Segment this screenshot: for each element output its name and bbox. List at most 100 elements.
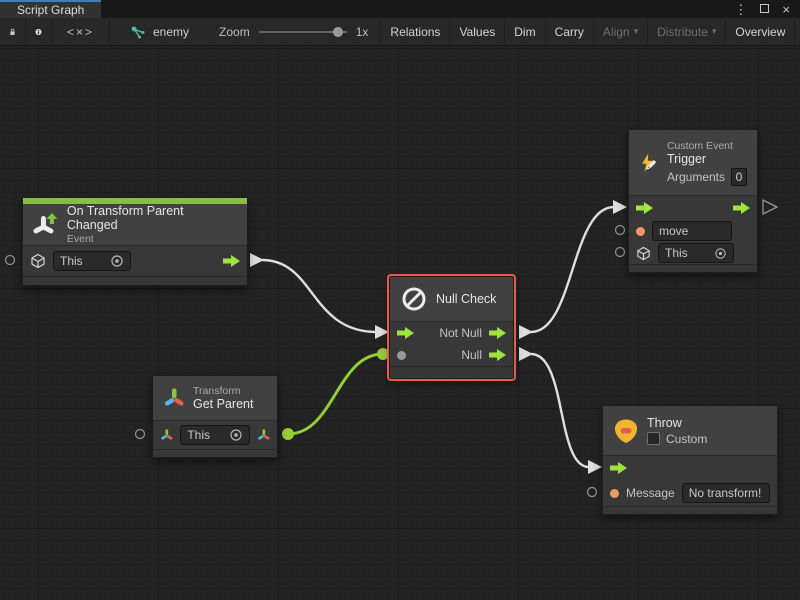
- object-picker-icon[interactable]: [110, 254, 124, 268]
- target-field[interactable]: This: [658, 243, 734, 263]
- values-button[interactable]: Values: [450, 18, 505, 45]
- lock-button[interactable]: [0, 18, 26, 45]
- zoom-label: Zoom: [219, 25, 250, 39]
- port-label: Not Null: [439, 326, 482, 340]
- object-picker-icon[interactable]: [229, 428, 243, 442]
- port-label: Null: [461, 348, 482, 362]
- edge-event-to-nullcheck[interactable]: [250, 253, 389, 339]
- overview-label: Overview: [735, 25, 785, 39]
- edge-null-to-throw[interactable]: [519, 347, 602, 474]
- flow-output-port[interactable]: [489, 349, 506, 361]
- message-field[interactable]: No transform!: [682, 483, 770, 503]
- port-row: Null: [390, 344, 513, 366]
- node-on-transform-parent-changed[interactable]: On Transform Parent Changed Event This: [22, 197, 248, 286]
- string-input-port[interactable]: [610, 489, 619, 498]
- graph-icon: [130, 25, 146, 39]
- target-field-value: This: [665, 246, 688, 260]
- graph-breadcrumb[interactable]: enemy: [110, 18, 201, 45]
- port-indicator-trigger-name[interactable]: [616, 226, 625, 235]
- distribute-button[interactable]: Distribute ▾: [648, 18, 726, 45]
- distribute-label: Distribute: [657, 25, 708, 39]
- node-subtitle: Event: [67, 233, 237, 245]
- port-row: Not Null: [390, 322, 513, 344]
- custom-checkbox[interactable]: [647, 432, 660, 445]
- tab-strip: Script Graph ⋮ ×: [0, 0, 800, 18]
- message-label: Message: [626, 486, 675, 500]
- port-indicator-getparent-this[interactable]: [136, 430, 145, 439]
- node-trigger-custom-event[interactable]: Custom Event Trigger Arguments 0: [628, 129, 758, 273]
- zoom-value: 1x: [356, 25, 369, 39]
- node-category: Transform: [193, 385, 253, 397]
- node-title: Get Parent: [193, 397, 253, 411]
- port-indicator-trigger-exit[interactable]: [763, 200, 777, 214]
- close-icon[interactable]: ×: [782, 3, 790, 16]
- node-get-parent[interactable]: Transform Get Parent This: [152, 375, 278, 458]
- flow-output-port[interactable]: [223, 255, 240, 267]
- zoom-slider[interactable]: [259, 26, 347, 38]
- overview-button[interactable]: Overview: [726, 18, 795, 45]
- full-screen-button[interactable]: Full Screen: [795, 18, 800, 45]
- node-title: Null Check: [436, 292, 496, 306]
- code-view-button[interactable]: <×>: [52, 18, 110, 45]
- edge-notnull-to-trigger[interactable]: [519, 200, 627, 339]
- arguments-count-field[interactable]: 0: [731, 168, 747, 186]
- event-name-value: move: [659, 224, 688, 238]
- values-label: Values: [459, 25, 495, 39]
- tab-script-graph[interactable]: Script Graph: [0, 0, 101, 18]
- transform-output-port[interactable]: [257, 428, 270, 442]
- port-indicator-throw-message[interactable]: [588, 488, 597, 497]
- string-input-port[interactable]: [636, 227, 645, 236]
- custom-event-icon: [639, 150, 659, 176]
- menu-dots-icon[interactable]: ⋮: [734, 3, 747, 16]
- node-title: Throw: [647, 416, 707, 430]
- target-field[interactable]: This: [180, 425, 249, 445]
- cube-icon: [30, 253, 46, 269]
- port-row: This: [629, 242, 757, 264]
- align-button[interactable]: Align ▾: [594, 18, 648, 45]
- port-indicator-trigger-target[interactable]: [616, 248, 625, 257]
- event-name-field[interactable]: move: [652, 221, 732, 241]
- port-row: move: [629, 220, 757, 242]
- edge-getparent-to-nullcheck[interactable]: [282, 348, 389, 440]
- carry-button[interactable]: Carry: [546, 18, 594, 45]
- carry-label: Carry: [555, 25, 584, 39]
- target-field-value: This: [60, 254, 83, 268]
- arguments-label: Arguments: [667, 170, 725, 184]
- lock-icon: [9, 25, 16, 39]
- node-throw[interactable]: Throw Custom Message No transform!: [602, 405, 778, 515]
- value-input-port[interactable]: [397, 351, 406, 360]
- zoom-slider-handle[interactable]: [333, 27, 343, 37]
- flow-output-port[interactable]: [489, 327, 506, 339]
- node-category: Custom Event: [667, 140, 747, 152]
- node-null-check[interactable]: Null Check Not Null Null: [389, 276, 514, 379]
- port-row: This: [153, 421, 277, 449]
- graph-canvas[interactable]: On Transform Parent Changed Event This: [0, 46, 800, 600]
- transform-input-port[interactable]: [160, 428, 173, 442]
- port-row: This: [23, 246, 247, 276]
- node-header: Null Check: [390, 277, 513, 322]
- relations-button[interactable]: Relations: [381, 18, 450, 45]
- target-field[interactable]: This: [53, 251, 131, 271]
- message-field-value: No transform!: [689, 486, 762, 500]
- node-footer: [153, 449, 277, 457]
- tab-label: Script Graph: [17, 3, 84, 17]
- graph-toolbar: <×> enemy Zoom 1x Relations Values Dim C…: [0, 18, 800, 46]
- transform-event-icon: [33, 212, 59, 238]
- dim-button[interactable]: Dim: [505, 18, 545, 45]
- port-row: Message No transform!: [603, 480, 777, 506]
- info-button[interactable]: [26, 18, 52, 45]
- relations-label: Relations: [390, 25, 440, 39]
- maximize-icon[interactable]: [760, 0, 769, 18]
- port-indicator-event-this[interactable]: [6, 256, 15, 265]
- flow-input-port[interactable]: [610, 462, 627, 474]
- chevron-down-icon: ▾: [634, 26, 639, 37]
- flow-output-port[interactable]: [733, 202, 750, 214]
- align-label: Align: [603, 25, 630, 39]
- dim-label: Dim: [514, 25, 535, 39]
- graph-name: enemy: [153, 25, 189, 39]
- flow-input-port[interactable]: [397, 327, 414, 339]
- transform-icon: [163, 387, 185, 409]
- node-title: Trigger: [667, 152, 747, 166]
- flow-input-port[interactable]: [636, 202, 653, 214]
- object-picker-icon[interactable]: [714, 247, 727, 260]
